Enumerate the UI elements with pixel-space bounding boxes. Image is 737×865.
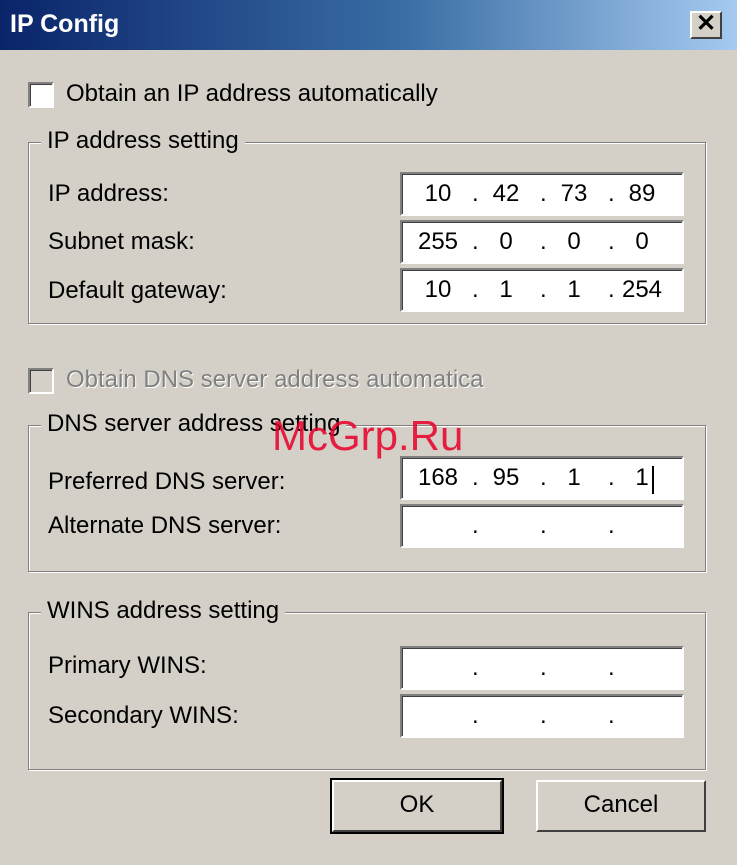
wins-group-title: WINS address setting	[41, 597, 286, 625]
ok-button[interactable]: OK	[330, 778, 504, 834]
ip-octet-2[interactable]: 0	[478, 228, 534, 256]
title-bar[interactable]: IP Config ✕	[0, 0, 737, 50]
close-icon: ✕	[695, 10, 717, 37]
secondary-wins-field[interactable]: ...	[400, 694, 684, 738]
ip-octet-3[interactable]: 73	[546, 180, 602, 208]
ip-separator: .	[608, 512, 615, 539]
primary-wins-label: Primary WINS:	[48, 652, 207, 679]
ip-address-field[interactable]: 10. 42. 73. 89	[400, 172, 684, 216]
ip-octet-1[interactable]: 168	[410, 464, 466, 492]
ip-octet-1[interactable]: 10	[410, 180, 466, 208]
preferred-dns-field[interactable]: 168. 95. 1. 1	[400, 456, 684, 500]
ip-octet-3[interactable]: 1	[546, 276, 602, 304]
default-gateway-field[interactable]: 10. 1. 1. 254	[400, 268, 684, 312]
ip-separator: .	[472, 512, 479, 539]
obtain-ip-auto-row[interactable]: Obtain an IP address automatically	[28, 80, 448, 112]
wins-address-group: WINS address setting	[28, 597, 706, 770]
ip-separator: .	[540, 512, 547, 539]
alternate-dns-label: Alternate DNS server:	[48, 512, 282, 539]
subnet-mask-label: Subnet mask:	[48, 228, 195, 255]
ip-octet-1[interactable]: 10	[410, 276, 466, 304]
subnet-mask-field[interactable]: 255. 0. 0. 0	[400, 220, 684, 264]
ip-separator: .	[540, 654, 547, 681]
obtain-dns-auto-label: Obtain DNS server address automatica	[66, 366, 484, 393]
ip-separator: .	[472, 654, 479, 681]
cancel-button[interactable]: Cancel	[536, 780, 706, 832]
ip-separator: .	[472, 702, 479, 729]
primary-wins-field[interactable]: ...	[400, 646, 684, 690]
ip-separator: .	[608, 702, 615, 729]
obtain-dns-auto-checkbox	[28, 368, 54, 394]
ip-octet-2[interactable]: 95	[478, 464, 534, 492]
secondary-wins-label: Secondary WINS:	[48, 702, 239, 729]
ip-config-dialog: IP Config ✕ Obtain an IP address automat…	[0, 0, 737, 865]
ip-octet-4[interactable]: 0	[614, 228, 670, 256]
obtain-ip-auto-checkbox[interactable]	[28, 82, 54, 108]
ip-octet-3[interactable]: 1	[546, 464, 602, 492]
ip-octet-2[interactable]: 42	[478, 180, 534, 208]
ip-octet-4[interactable]: 89	[614, 180, 670, 208]
ip-octet-1[interactable]: 255	[410, 228, 466, 256]
ip-address-label: IP address:	[48, 180, 169, 207]
ip-group-title: IP address setting	[41, 127, 245, 155]
obtain-dns-auto-row: Obtain DNS server address automatica	[28, 366, 508, 398]
ip-octet-4[interactable]: 1	[614, 464, 670, 492]
alternate-dns-field[interactable]: ...	[400, 504, 684, 548]
watermark-text: McGrp.Ru	[272, 412, 464, 459]
preferred-dns-label: Preferred DNS server:	[48, 468, 286, 495]
text-caret	[652, 466, 654, 494]
ip-separator: .	[608, 654, 615, 681]
close-button[interactable]: ✕	[690, 10, 722, 39]
obtain-ip-auto-label: Obtain an IP address automatically	[66, 80, 438, 107]
default-gateway-label: Default gateway:	[48, 277, 227, 304]
window-title: IP Config	[10, 10, 120, 38]
ip-octet-3[interactable]: 0	[546, 228, 602, 256]
ip-octet-4[interactable]: 254	[614, 276, 670, 304]
ip-octet-2[interactable]: 1	[478, 276, 534, 304]
ip-separator: .	[540, 702, 547, 729]
